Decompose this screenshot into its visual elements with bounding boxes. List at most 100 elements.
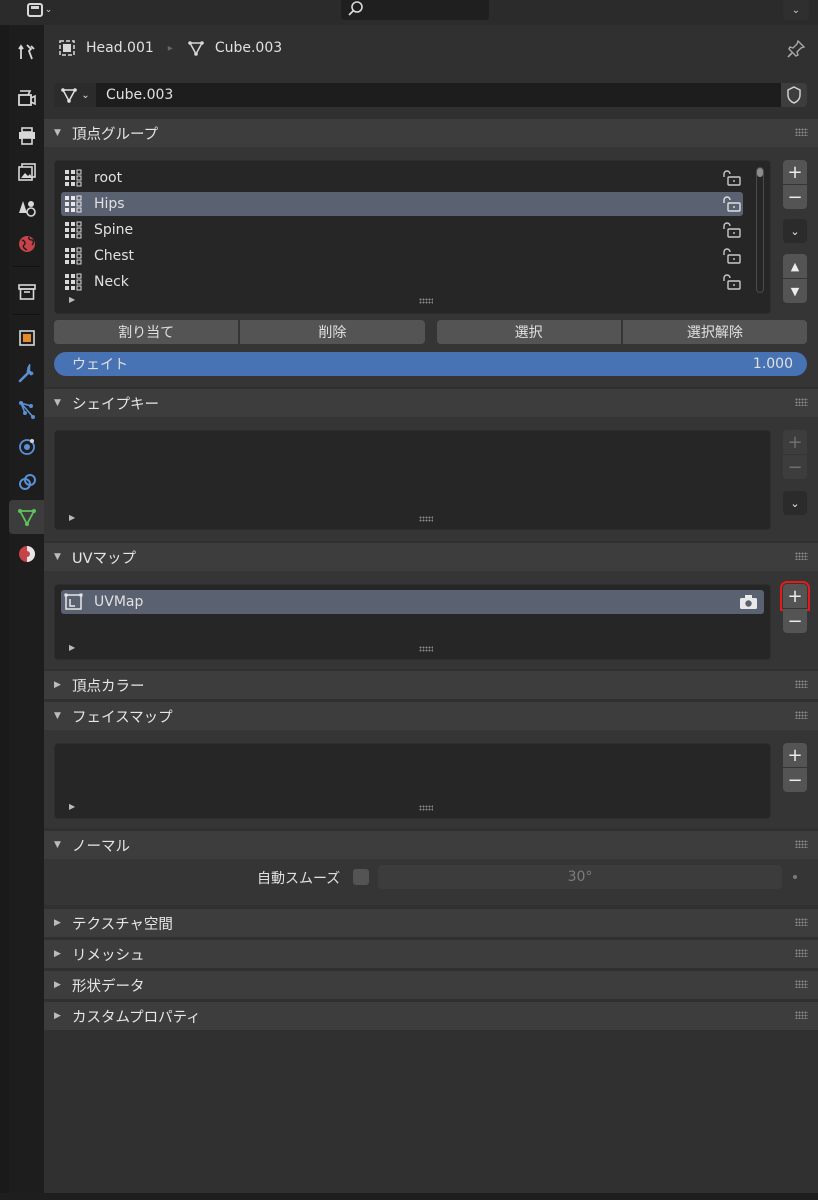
remove-button[interactable]: 削除 bbox=[240, 320, 425, 344]
material-tab[interactable] bbox=[9, 537, 44, 571]
collection-tab[interactable] bbox=[9, 275, 44, 309]
editor-type-dropdown[interactable]: ⌄ bbox=[21, 0, 58, 20]
list-item[interactable]: Hips bbox=[61, 192, 743, 216]
panel-header-geometry-data[interactable]: ▶ 形状データ bbox=[44, 971, 818, 999]
panel-header-remesh[interactable]: ▶ リメッシュ bbox=[44, 940, 818, 968]
disclosure-expanded-icon: ▼ bbox=[54, 711, 61, 721]
panel-header-shape-keys[interactable]: ▼ シェイプキー bbox=[44, 389, 818, 417]
list-item[interactable]: root bbox=[61, 166, 743, 190]
list-item[interactable]: Chest bbox=[61, 244, 743, 268]
panel-body-uv-maps: UVMap ▶ + − bbox=[44, 571, 818, 669]
tool-tab[interactable] bbox=[9, 35, 44, 69]
scene-icon bbox=[18, 201, 36, 217]
options-dropdown[interactable]: ⌄ bbox=[783, 0, 809, 20]
deselect-button[interactable]: 選択解除 bbox=[622, 320, 807, 344]
chevron-down-icon: ⌄ bbox=[81, 89, 90, 101]
list-resize-handle-icon[interactable] bbox=[419, 298, 433, 304]
drag-handle-icon[interactable] bbox=[795, 918, 808, 926]
panel-title: テクスチャ空間 bbox=[72, 916, 173, 933]
physics-tab[interactable] bbox=[9, 429, 44, 463]
pin-icon[interactable] bbox=[786, 39, 806, 59]
list-resize-handle-icon[interactable] bbox=[419, 646, 433, 652]
move-down-button[interactable]: ▼ bbox=[783, 279, 807, 303]
remove-shape-key-button[interactable]: − bbox=[783, 455, 807, 479]
drag-handle-icon[interactable] bbox=[795, 128, 808, 136]
move-up-button[interactable]: ▲ bbox=[783, 254, 807, 278]
scrollbar[interactable] bbox=[756, 167, 764, 293]
data-tab[interactable] bbox=[9, 500, 44, 534]
auto-smooth-angle-field[interactable]: 30° bbox=[378, 865, 782, 889]
keyframe-decorator-icon[interactable] bbox=[793, 875, 797, 879]
auto-smooth-checkbox[interactable] bbox=[353, 869, 369, 885]
unlock-icon[interactable] bbox=[721, 222, 743, 238]
drag-handle-icon[interactable] bbox=[795, 980, 808, 988]
assign-button[interactable]: 割り当て bbox=[54, 320, 239, 344]
panel-header-custom-properties[interactable]: ▶ カスタムプロパティ bbox=[44, 1002, 818, 1030]
camera-icon[interactable] bbox=[738, 594, 760, 610]
drag-handle-icon[interactable] bbox=[795, 680, 808, 688]
view-layer-tab[interactable] bbox=[9, 155, 44, 189]
unlock-icon[interactable] bbox=[721, 248, 743, 264]
chevron-down-icon: ⌄ bbox=[44, 5, 53, 15]
scene-tab[interactable] bbox=[9, 191, 44, 225]
drag-handle-icon[interactable] bbox=[795, 840, 808, 848]
modifiers-tab[interactable] bbox=[9, 357, 44, 391]
constraints-tab[interactable] bbox=[9, 465, 44, 499]
panel-title: UVマップ bbox=[72, 550, 137, 567]
list-item[interactable]: Neck bbox=[61, 270, 743, 294]
panel-header-normals[interactable]: ▼ ノーマル bbox=[44, 831, 818, 859]
unlock-icon[interactable] bbox=[721, 274, 743, 290]
shape-key-list[interactable]: ▶ bbox=[54, 430, 771, 530]
search-input[interactable] bbox=[341, 0, 489, 20]
panel-header-texture-space[interactable]: ▶ テクスチャ空間 bbox=[44, 909, 818, 937]
browse-mesh-button[interactable]: ⌄ bbox=[54, 83, 96, 107]
select-button[interactable]: 選択 bbox=[436, 320, 621, 344]
list-resize-handle-icon[interactable] bbox=[419, 805, 433, 811]
shape-key-specials-button[interactable]: ⌄ bbox=[783, 491, 807, 515]
triangle-down-icon: ▼ bbox=[790, 284, 800, 298]
uv-map-list[interactable]: UVMap ▶ bbox=[54, 584, 771, 660]
panel-header-vertex-groups[interactable]: ▼ 頂点グループ bbox=[44, 119, 818, 147]
panel-body-face-maps: ▶ + − bbox=[44, 730, 818, 828]
weight-slider[interactable]: ウェイト 1.000 bbox=[54, 352, 807, 376]
panel-title: 頂点カラー bbox=[72, 678, 145, 695]
add-shape-key-button[interactable]: + bbox=[783, 430, 807, 454]
drag-handle-icon[interactable] bbox=[795, 1011, 808, 1019]
add-vertex-group-button[interactable]: + bbox=[783, 160, 807, 184]
add-face-map-button[interactable]: + bbox=[783, 743, 807, 767]
mesh-name-field[interactable]: Cube.003 bbox=[96, 83, 781, 107]
drag-handle-icon[interactable] bbox=[795, 398, 808, 406]
status-bar-edge bbox=[0, 1193, 818, 1200]
unlock-icon[interactable] bbox=[721, 196, 743, 212]
world-tab[interactable] bbox=[9, 227, 44, 261]
drag-handle-icon[interactable] bbox=[795, 552, 808, 560]
fake-user-button[interactable] bbox=[781, 83, 807, 107]
list-filter-toggle-icon[interactable]: ▶ bbox=[69, 513, 75, 522]
list-item[interactable]: Spine bbox=[61, 218, 743, 242]
drag-handle-icon[interactable] bbox=[795, 711, 808, 719]
add-uv-map-button[interactable]: + bbox=[780, 581, 810, 611]
particles-tab[interactable] bbox=[9, 393, 44, 427]
list-item-label: Chest bbox=[94, 248, 135, 264]
output-tab[interactable] bbox=[9, 119, 44, 153]
panel-header-vertex-colors[interactable]: ▶ 頂点カラー bbox=[44, 671, 818, 699]
list-filter-toggle-icon[interactable]: ▶ bbox=[69, 295, 75, 304]
list-item[interactable]: UVMap bbox=[61, 590, 764, 614]
unlock-icon[interactable] bbox=[721, 170, 743, 186]
list-filter-toggle-icon[interactable]: ▶ bbox=[69, 643, 75, 652]
remove-face-map-button[interactable]: − bbox=[783, 768, 807, 792]
drag-handle-icon[interactable] bbox=[795, 949, 808, 957]
vertex-group-specials-button[interactable]: ⌄ bbox=[783, 219, 807, 243]
scrollbar-thumb[interactable] bbox=[757, 168, 763, 177]
minus-icon: − bbox=[787, 456, 803, 478]
panel-header-uv-maps[interactable]: ▼ UVマップ bbox=[44, 543, 818, 571]
list-filter-toggle-icon[interactable]: ▶ bbox=[69, 802, 75, 811]
panel-header-face-maps[interactable]: ▼ フェイスマップ bbox=[44, 702, 818, 730]
render-tab[interactable] bbox=[9, 81, 44, 115]
vertex-group-list[interactable]: root Hips Spine Chest Neck ▶ bbox=[54, 160, 771, 314]
face-map-list[interactable]: ▶ bbox=[54, 743, 771, 819]
object-tab[interactable] bbox=[9, 321, 44, 355]
list-resize-handle-icon[interactable] bbox=[419, 516, 433, 522]
remove-vertex-group-button[interactable]: − bbox=[783, 185, 807, 209]
remove-uv-map-button[interactable]: − bbox=[783, 609, 807, 633]
